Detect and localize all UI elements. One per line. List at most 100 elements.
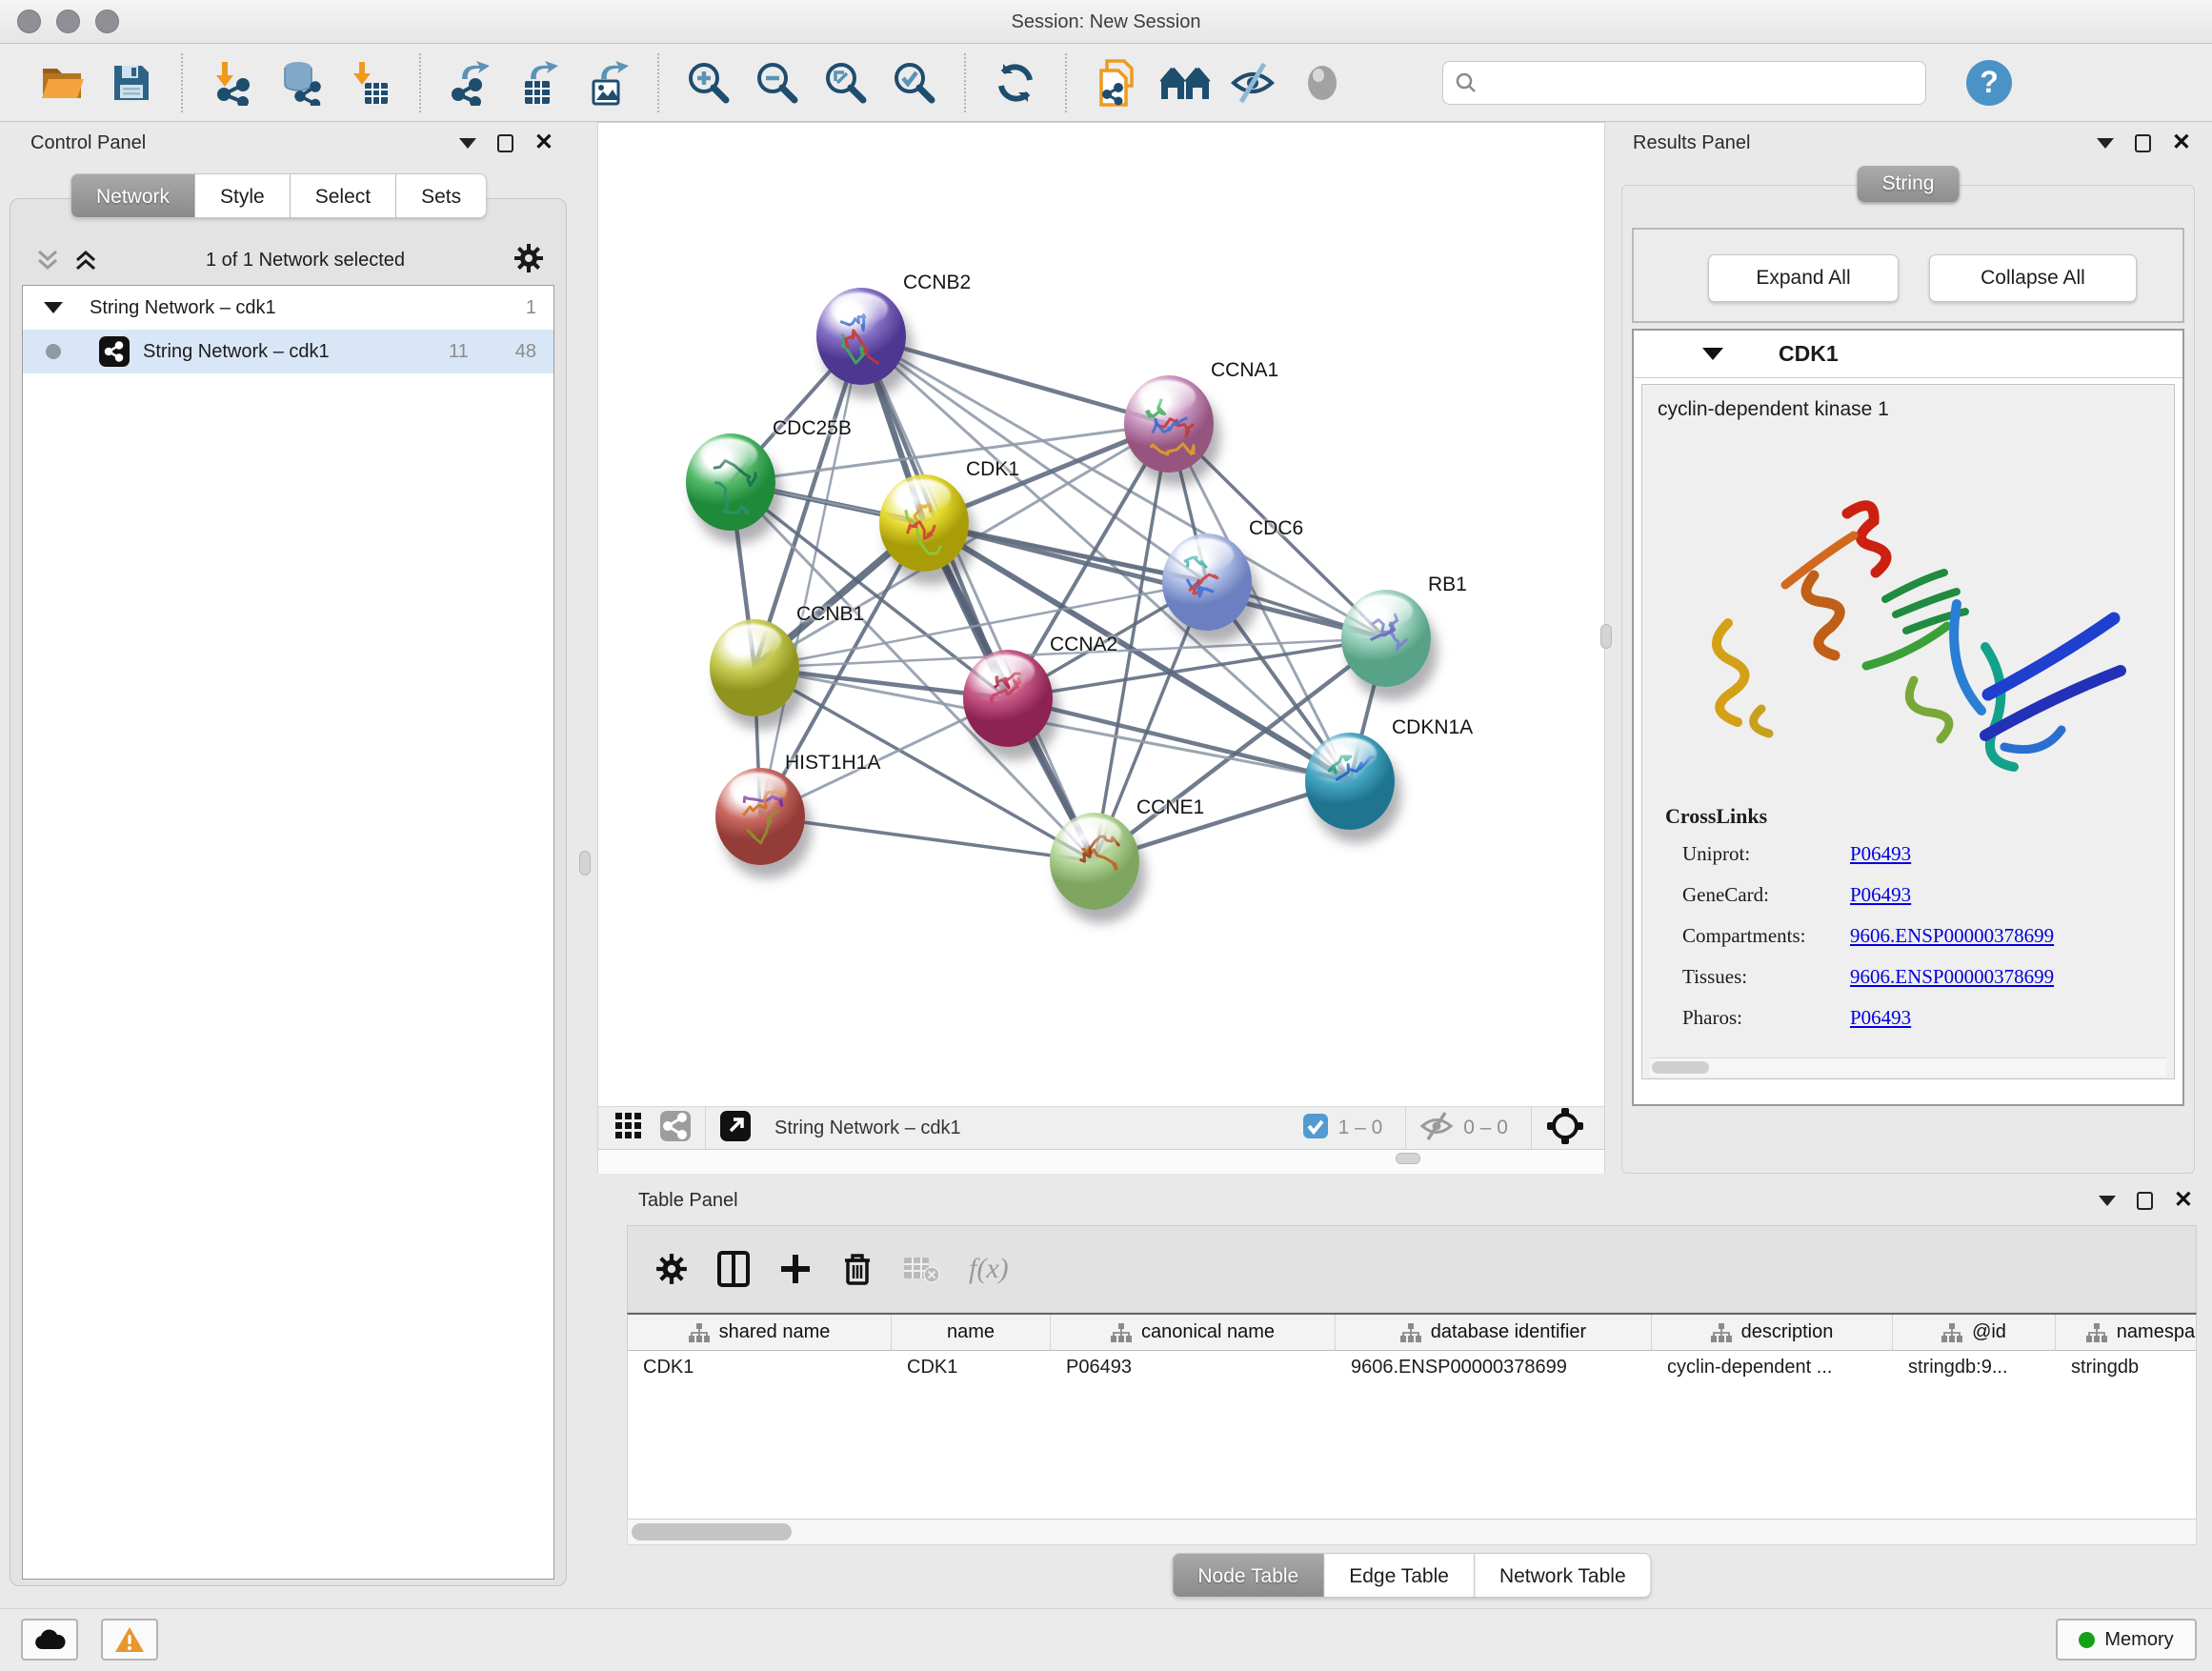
expand-all-icon[interactable] — [73, 248, 98, 272]
network-row[interactable]: String Network – cdk1 11 48 — [23, 330, 553, 373]
save-session-button[interactable] — [97, 51, 166, 114]
open-session-button[interactable] — [29, 51, 97, 114]
crosslink-link[interactable]: P06493 — [1850, 1006, 1911, 1030]
column-header-canonical-name[interactable]: canonical name — [1051, 1315, 1336, 1350]
column-header--id[interactable]: @id — [1893, 1315, 2056, 1350]
window-controls[interactable] — [17, 10, 119, 33]
string-home-button[interactable] — [1151, 51, 1219, 114]
network-node-cdkn1a[interactable] — [1305, 733, 1395, 830]
help-button[interactable]: ? — [1966, 60, 2012, 106]
minimize-window-button[interactable] — [56, 10, 80, 33]
table-cell[interactable]: CDK1 — [628, 1351, 892, 1387]
horizontal-splitter-handle[interactable] — [1396, 1153, 1420, 1164]
add-column-icon[interactable] — [778, 1252, 813, 1286]
right-splitter-handle[interactable] — [1600, 624, 1612, 649]
column-header-name[interactable]: name — [892, 1315, 1051, 1350]
panel-float-icon[interactable] — [2135, 134, 2151, 152]
network-edge[interactable] — [924, 523, 1386, 638]
table-cell[interactable]: cyclin-dependent ... — [1652, 1351, 1893, 1387]
export-network-button[interactable] — [436, 51, 505, 114]
column-header-database-identifier[interactable]: database identifier — [1336, 1315, 1652, 1350]
protein-expander-icon[interactable] — [1702, 348, 1723, 360]
show-graphics-button[interactable] — [1288, 51, 1357, 114]
panel-close-icon[interactable]: ✕ — [2174, 1189, 2193, 1212]
results-tab-string[interactable]: String — [1858, 166, 1960, 202]
share-view-icon[interactable] — [659, 1110, 692, 1142]
column-header-namespace[interactable]: namespace — [2056, 1315, 2197, 1350]
zoom-fit-button[interactable] — [812, 51, 880, 114]
network-node-cdc25b[interactable] — [686, 433, 775, 531]
network-node-ccnb2[interactable] — [816, 288, 906, 385]
close-window-button[interactable] — [17, 10, 41, 33]
tab-network[interactable]: Network — [70, 173, 195, 218]
network-node-ccnb1[interactable] — [710, 619, 799, 716]
copy-network-button[interactable] — [1082, 51, 1151, 114]
tab-sets[interactable]: Sets — [396, 173, 487, 218]
crosslink-link[interactable]: P06493 — [1850, 842, 1911, 866]
export-table-button[interactable] — [505, 51, 573, 114]
network-node-rb1[interactable] — [1341, 590, 1431, 687]
crosslink-link[interactable]: P06493 — [1850, 883, 1911, 907]
cloud-button[interactable] — [21, 1619, 78, 1661]
panel-float-icon[interactable] — [2137, 1192, 2153, 1210]
network-node-ccne1[interactable] — [1050, 813, 1139, 910]
panel-menu-icon[interactable] — [459, 138, 476, 149]
import-network-from-database-button[interactable] — [267, 51, 335, 114]
results-horizontal-scrollbar[interactable] — [1650, 1057, 2166, 1077]
network-node-cdc6[interactable] — [1162, 534, 1252, 631]
table-gear-icon[interactable] — [654, 1252, 689, 1286]
network-node-hist1h1a[interactable] — [715, 768, 805, 865]
memory-button[interactable]: Memory — [2056, 1619, 2197, 1661]
import-network-file-button[interactable] — [198, 51, 267, 114]
table-cell[interactable]: CDK1 — [892, 1351, 1051, 1387]
tab-node-table[interactable]: Node Table — [1172, 1553, 1324, 1598]
collection-expander-icon[interactable] — [44, 302, 63, 313]
network-edge[interactable] — [760, 816, 1095, 861]
zoom-selected-button[interactable] — [880, 51, 949, 114]
delete-column-icon[interactable] — [841, 1251, 874, 1287]
tab-network-table[interactable]: Network Table — [1475, 1553, 1652, 1598]
table-row[interactable]: CDK1CDK1P064939606.ENSP00000378699cyclin… — [628, 1351, 2196, 1387]
network-collection-row[interactable]: String Network – cdk1 1 — [23, 286, 553, 330]
gear-icon[interactable] — [513, 242, 545, 274]
left-splitter-handle[interactable] — [579, 851, 591, 876]
panel-menu-icon[interactable] — [2099, 1196, 2116, 1206]
zoom-in-button[interactable] — [674, 51, 743, 114]
selected-checkbox-icon[interactable] — [1302, 1113, 1329, 1139]
hide-unhide-button[interactable] — [1219, 51, 1288, 114]
crosslink-link[interactable]: 9606.ENSP00000378699 — [1850, 965, 2054, 989]
network-edge[interactable] — [861, 336, 1095, 861]
network-node-ccna2[interactable] — [963, 650, 1053, 747]
expand-all-button[interactable]: Expand All — [1708, 254, 1899, 302]
collapse-all-button[interactable]: Collapse All — [1929, 254, 2137, 302]
protein-card-header[interactable]: CDK1 — [1634, 331, 2182, 378]
warnings-button[interactable] — [101, 1619, 158, 1661]
tab-style[interactable]: Style — [195, 173, 291, 218]
network-edge[interactable] — [760, 336, 861, 816]
network-node-ccna1[interactable] — [1124, 375, 1214, 473]
grid-view-icon[interactable] — [613, 1111, 644, 1141]
birdseye-crosshair-icon[interactable] — [1545, 1106, 1585, 1146]
crosslink-link[interactable]: 9606.ENSP00000378699 — [1850, 924, 2054, 948]
zoom-window-button[interactable] — [95, 10, 119, 33]
panel-float-icon[interactable] — [497, 134, 513, 152]
search-input[interactable] — [1487, 72, 1914, 93]
collapse-all-icon[interactable] — [35, 248, 60, 272]
tab-edge-table[interactable]: Edge Table — [1324, 1553, 1475, 1598]
table-cell[interactable]: P06493 — [1051, 1351, 1336, 1387]
column-header-shared-name[interactable]: shared name — [628, 1315, 892, 1350]
table-cell[interactable]: 9606.ENSP00000378699 — [1336, 1351, 1652, 1387]
view-splitter-strip[interactable] — [598, 1151, 1604, 1174]
network-node-cdk1[interactable] — [879, 474, 969, 572]
table-cell[interactable]: stringdb:9... — [1893, 1351, 2056, 1387]
tab-select[interactable]: Select — [291, 173, 396, 218]
panel-close-icon[interactable]: ✕ — [2172, 131, 2191, 154]
show-columns-icon[interactable] — [717, 1251, 750, 1287]
panel-close-icon[interactable]: ✕ — [534, 131, 553, 154]
table-cell[interactable]: stringdb — [2056, 1351, 2197, 1387]
zoom-out-button[interactable] — [743, 51, 812, 114]
detach-view-icon[interactable] — [719, 1110, 752, 1142]
column-header-description[interactable]: description — [1652, 1315, 1893, 1350]
import-table-button[interactable] — [335, 51, 404, 114]
refresh-button[interactable] — [981, 51, 1050, 114]
